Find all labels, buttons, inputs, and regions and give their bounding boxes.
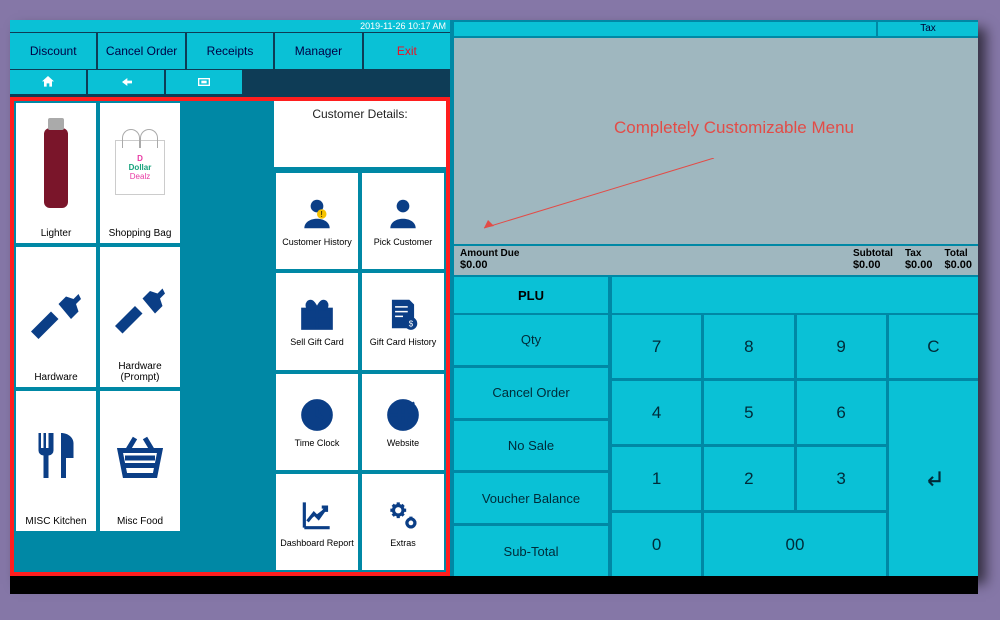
key-enter[interactable]: [889, 381, 978, 576]
lighter-icon: [26, 107, 86, 228]
totals-bar: Amount Due $0.00 Subtotal$0.00 Tax$0.00 …: [454, 246, 978, 275]
pos-app: 2019-11-26 10:17 AM Discount Cancel Orde…: [10, 20, 978, 576]
key-2[interactable]: 2: [704, 447, 793, 510]
amount-due-label: Amount Due: [460, 248, 841, 259]
clock-icon: [298, 396, 336, 434]
back-arrow-icon: [118, 74, 134, 90]
plu-input[interactable]: [612, 277, 978, 313]
key-3[interactable]: 3: [797, 447, 886, 510]
function-keys: Qty Cancel Order No Sale Voucher Balance…: [454, 315, 608, 576]
gift-icon: [298, 295, 336, 333]
amount-due-value: $0.00: [460, 259, 841, 271]
person-icon: [384, 195, 422, 233]
nav-icon-row: [10, 70, 450, 97]
order-list[interactable]: Completely Customizable Menu: [454, 38, 978, 244]
key-0[interactable]: 0: [612, 513, 701, 576]
subtotal-value: $0.00: [853, 259, 893, 271]
customer-column: Customer Details: ! Customer History Pic…: [274, 101, 446, 572]
tile-shopping-bag[interactable]: DDollarDealz Shopping Bag: [100, 103, 180, 243]
globe-icon: [384, 396, 422, 434]
menu-area: Lighter DDollarDealz Shopping Bag Hardwa…: [10, 97, 450, 576]
customer-history-button[interactable]: ! Customer History: [274, 171, 360, 271]
tile-misc-kitchen[interactable]: MISC Kitchen: [16, 391, 96, 531]
top-button-bar: Discount Cancel Order Receipts Manager E…: [10, 32, 450, 70]
utensils-icon: [26, 395, 86, 516]
receipts-button[interactable]: Receipts: [187, 33, 273, 69]
key-8[interactable]: 8: [704, 315, 793, 378]
keypad-area: Qty Cancel Order No Sale Voucher Balance…: [454, 315, 978, 576]
dashboard-report-button[interactable]: Dashboard Report: [274, 472, 360, 572]
enter-icon: [920, 466, 946, 492]
pick-customer-button[interactable]: Pick Customer: [360, 171, 446, 271]
exit-button[interactable]: Exit: [364, 33, 450, 69]
callout-text: Completely Customizable Menu: [614, 118, 854, 138]
keyboard-icon: [196, 74, 212, 90]
sell-gift-card-button[interactable]: Sell Gift Card: [274, 271, 360, 371]
tax-value: $0.00: [905, 259, 933, 271]
invoice-icon: $: [384, 295, 422, 333]
tax-column-label: Tax: [878, 22, 978, 36]
back-button[interactable]: [88, 70, 164, 94]
gift-card-history-button[interactable]: $ Gift Card History: [360, 271, 446, 371]
keyboard-button[interactable]: [166, 70, 242, 94]
total-value: $0.00: [944, 259, 972, 271]
home-button[interactable]: [10, 70, 86, 94]
key-6[interactable]: 6: [797, 381, 886, 444]
plu-row: PLU: [454, 277, 978, 313]
key-4[interactable]: 4: [612, 381, 701, 444]
plu-label: PLU: [454, 277, 608, 313]
customer-grid: ! Customer History Pick Customer Sell Gi…: [274, 171, 446, 572]
key-9[interactable]: 9: [797, 315, 886, 378]
extras-button[interactable]: Extras: [360, 472, 446, 572]
clock: 2019-11-26 10:17 AM: [10, 20, 450, 32]
subtotal-button[interactable]: Sub-Total: [454, 526, 608, 576]
discount-button[interactable]: Discount: [10, 33, 96, 69]
voucher-balance-button[interactable]: Voucher Balance: [454, 473, 608, 523]
chart-icon: [298, 496, 336, 534]
tile-lighter[interactable]: Lighter: [16, 103, 96, 243]
no-sale-button[interactable]: No Sale: [454, 421, 608, 471]
svg-text:$: $: [409, 320, 414, 329]
home-icon: [40, 74, 56, 90]
key-00[interactable]: 00: [704, 513, 886, 576]
svg-text:!: !: [321, 210, 323, 219]
key-1[interactable]: 1: [612, 447, 701, 510]
qty-button[interactable]: Qty: [454, 315, 608, 365]
time-clock-button[interactable]: Time Clock: [274, 372, 360, 472]
hammer-icon: [26, 251, 86, 372]
website-button[interactable]: Website: [360, 372, 446, 472]
basket-icon: [110, 395, 170, 516]
left-panel: 2019-11-26 10:17 AM Discount Cancel Orde…: [10, 20, 450, 576]
numeric-keypad: 7 8 9 C 4 5 6 1 2 3 0 00: [612, 315, 978, 576]
tile-hardware[interactable]: Hardware: [16, 247, 96, 387]
product-tiles: Lighter DDollarDealz Shopping Bag Hardwa…: [14, 101, 184, 572]
callout-arrow-icon: [474, 158, 724, 238]
cancel-order-key[interactable]: Cancel Order: [454, 368, 608, 418]
tile-misc-food[interactable]: Misc Food: [100, 391, 180, 531]
person-alert-icon: !: [298, 195, 336, 233]
bag-icon: DDollarDealz: [110, 107, 170, 228]
key-7[interactable]: 7: [612, 315, 701, 378]
tile-hardware-prompt[interactable]: Hardware (Prompt): [100, 247, 180, 387]
customer-details-header: Customer Details:: [274, 101, 446, 171]
order-header: Tax: [454, 22, 978, 36]
right-panel: Tax Completely Customizable Menu Amount …: [450, 20, 978, 576]
manager-button[interactable]: Manager: [275, 33, 361, 69]
cancel-order-button[interactable]: Cancel Order: [98, 33, 184, 69]
hammer-icon: [110, 251, 170, 361]
menu-gap: [184, 101, 274, 572]
key-clear[interactable]: C: [889, 315, 978, 378]
key-5[interactable]: 5: [704, 381, 793, 444]
gears-icon: [384, 496, 422, 534]
